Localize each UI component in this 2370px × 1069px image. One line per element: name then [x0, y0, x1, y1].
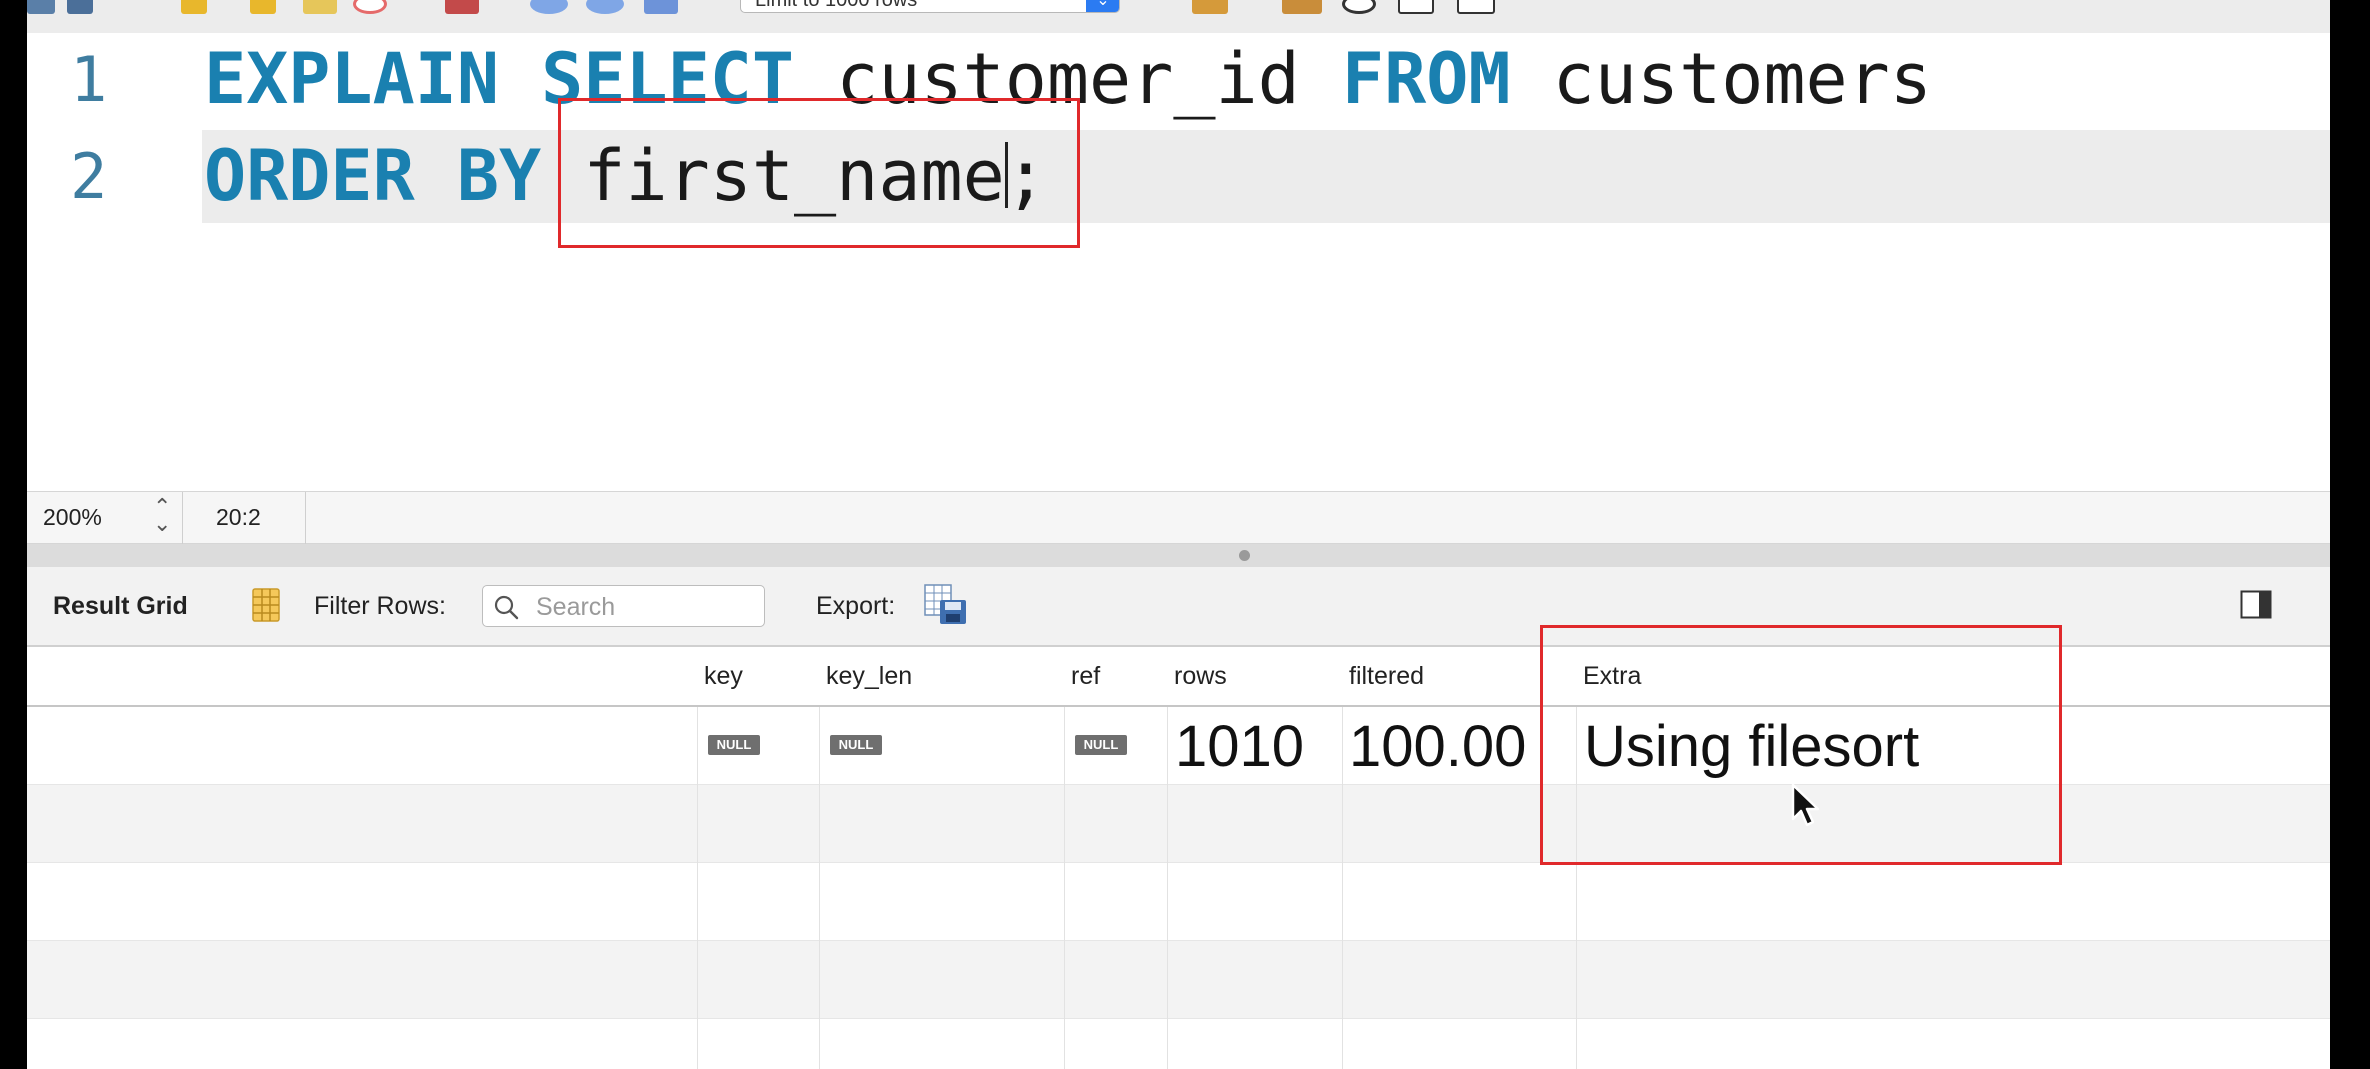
search-icon [494, 595, 519, 620]
cursor-position: 20:2 [216, 504, 261, 530]
result-grid-label[interactable]: Result Grid [53, 592, 188, 621]
chevron-down-icon: ⌄ [1086, 0, 1119, 12]
keyword-explain: EXPLAIN [204, 38, 500, 120]
column-divider[interactable] [1167, 645, 1168, 1069]
column-header-ref[interactable]: ref [1071, 662, 1100, 691]
code-table: customers [1510, 38, 1932, 120]
table-row[interactable] [27, 1019, 2330, 1069]
wrap-lines-icon[interactable] [1457, 0, 1495, 14]
filter-search-input[interactable]: Search [482, 585, 765, 627]
sql-editor[interactable]: 1 EXPLAIN SELECT customer_id FROM custom… [27, 33, 2330, 491]
highlight-box-first-name [558, 98, 1080, 248]
beautify-icon[interactable] [1282, 0, 1322, 14]
splitter-handle-icon[interactable] [1239, 550, 1250, 561]
column-header-key[interactable]: key [704, 662, 743, 691]
line-number: 2 [70, 140, 108, 213]
null-value-key[interactable]: NULL [708, 735, 760, 755]
column-header-rows[interactable]: rows [1174, 662, 1227, 691]
null-value-ref[interactable]: NULL [1075, 735, 1127, 755]
execute-icon[interactable] [181, 0, 207, 14]
panel-splitter[interactable] [27, 544, 2330, 567]
limit-rows-select[interactable]: Limit to 1000 rows ⌄ [740, 0, 1120, 13]
screen-border [2330, 0, 2370, 1069]
keyword-from: FROM [1341, 38, 1511, 120]
commit-icon[interactable] [530, 0, 568, 14]
column-divider[interactable] [1342, 645, 1343, 1069]
save-icon[interactable] [67, 0, 93, 14]
line-number: 1 [70, 43, 108, 116]
query-toolbar: Limit to 1000 rows ⌄ [27, 0, 2330, 34]
column-divider[interactable] [819, 645, 820, 1069]
invisible-chars-icon[interactable] [1398, 0, 1434, 14]
editor-line-1: 1 EXPLAIN SELECT customer_id FROM custom… [27, 33, 2330, 126]
zoom-level[interactable]: 200% [43, 504, 102, 531]
cell-rows[interactable]: 1010 [1175, 713, 1304, 780]
table-row[interactable] [27, 941, 2330, 1019]
rollback-icon[interactable] [586, 0, 624, 14]
column-divider[interactable] [697, 645, 698, 1069]
column-header-key-len[interactable]: key_len [826, 662, 912, 691]
grid-view-icon[interactable] [252, 588, 280, 622]
find-icon[interactable] [1342, 0, 1376, 14]
keyword-order-by: ORDER BY [204, 135, 542, 217]
search-placeholder: Search [536, 593, 616, 621]
execute-current-icon[interactable] [250, 0, 276, 14]
status-divider [305, 492, 306, 544]
filter-rows-label: Filter Rows: [314, 592, 446, 620]
stop-icon[interactable] [353, 0, 387, 14]
explain-icon[interactable] [303, 0, 337, 14]
mouse-pointer-icon [1791, 783, 1820, 827]
null-value-key-len[interactable]: NULL [830, 735, 882, 755]
sidebar-toggle-icon[interactable] [2240, 590, 2272, 619]
open-file-icon[interactable] [27, 0, 55, 14]
table-row[interactable] [27, 863, 2330, 941]
limit-rows-value: Limit to 1000 rows [755, 0, 918, 11]
autocommit-icon[interactable] [644, 0, 678, 14]
highlight-box-extra [1540, 625, 2062, 865]
toggle-continue-icon[interactable] [445, 0, 479, 14]
mysql-workbench-window: Limit to 1000 rows ⌄ 1 EXPLAIN SELECT cu… [27, 0, 2330, 1069]
add-snippet-icon[interactable] [1192, 0, 1228, 14]
column-divider[interactable] [1064, 645, 1065, 1069]
export-icon[interactable] [924, 584, 968, 626]
column-header-filtered[interactable]: filtered [1349, 662, 1424, 691]
status-divider [182, 492, 183, 544]
export-label: Export: [816, 592, 896, 620]
editor-status-bar: 200% ⌃ ⌄ 20:2 [27, 491, 2330, 544]
cell-filtered[interactable]: 100.00 [1349, 713, 1526, 780]
editor-line-2: 2 ORDER BY first_name; [27, 130, 2330, 223]
zoom-stepper-icon[interactable]: ⌃ ⌄ [153, 496, 171, 535]
